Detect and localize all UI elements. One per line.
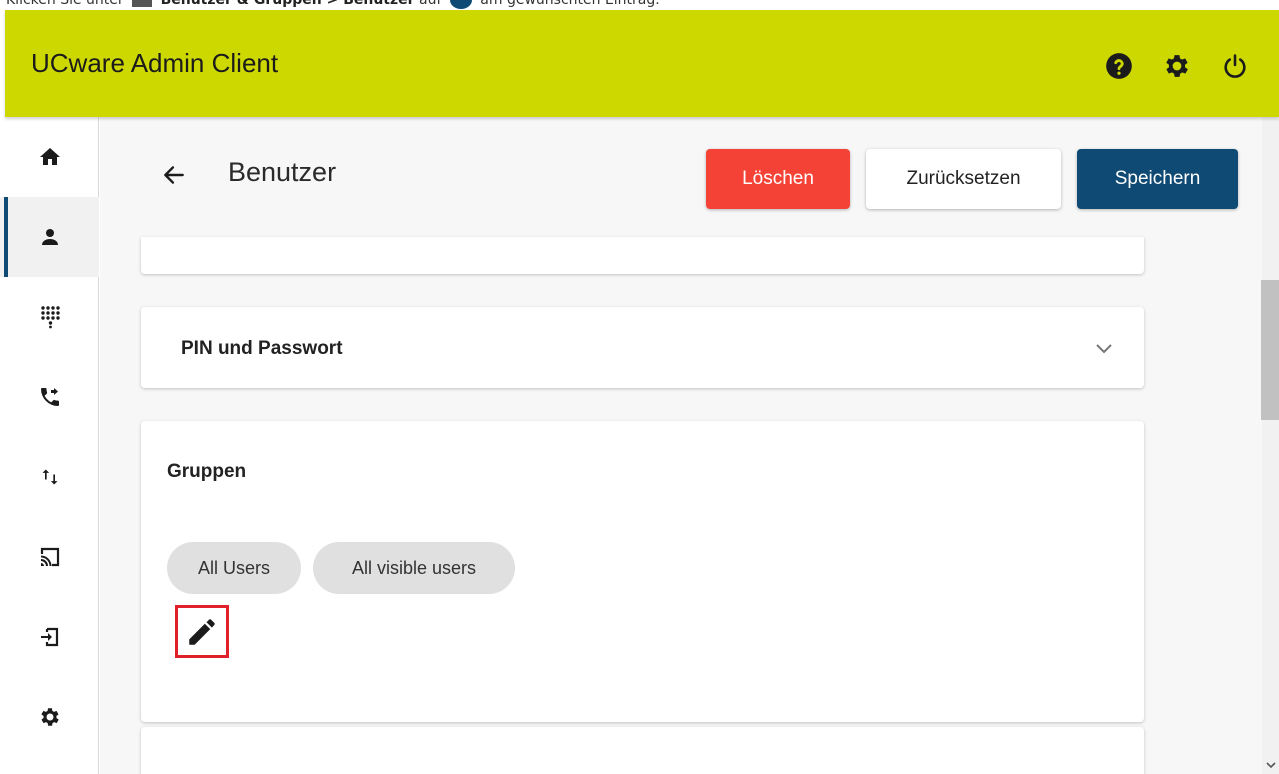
sidebar-item-settings[interactable] [0,677,99,757]
call-forward-icon [40,388,59,406]
group-chip[interactable]: All visible users [313,542,515,594]
page-title: Benutzer [228,157,337,187]
reset-button[interactable]: Zurücksetzen [866,149,1061,209]
pencil-icon [189,618,215,645]
doc-instruction-text: Klicken Sie unter Benutzer & Gruppen > B… [6,0,660,9]
edit-groups-button[interactable] [175,605,229,658]
settings-icon[interactable] [1161,50,1193,82]
users-groups-icon [132,0,153,7]
back-arrow-icon[interactable] [160,161,188,189]
settings-icon [40,708,59,726]
cast-icon [40,547,59,567]
delete-button[interactable]: Löschen [706,149,850,209]
user-icon [41,229,58,245]
sidebar-item-home[interactable] [0,117,99,197]
header-actions [1103,50,1251,82]
power-icon[interactable] [1219,50,1251,82]
sidebar-item-dialpad[interactable] [0,277,99,357]
groups-title: Gruppen [167,461,247,482]
dialpad-icon [40,306,60,329]
pin-password-section[interactable]: PIN und Passwort [141,307,1144,388]
chevron-down-icon[interactable] [1094,341,1114,355]
previous-section-card [141,237,1144,274]
sidebar-item-users[interactable] [0,197,99,277]
sidebar-item-swap[interactable] [0,437,99,517]
scrollbar-track[interactable] [1262,117,1279,774]
group-chip[interactable]: All Users [167,542,301,594]
doc-path: Benutzer & Gruppen > Benutzer [160,0,415,8]
sidebar-item-cast[interactable] [0,517,99,597]
sidebar-nav [0,117,99,774]
doc-instruction-strip: Klicken Sie unter Benutzer & Gruppen > B… [0,0,1279,10]
swap-vert-icon [42,469,57,485]
doc-suffix: am gewünschten Eintrag. [480,0,660,8]
sidebar-item-login[interactable] [0,597,99,677]
login-icon [40,627,58,647]
app-title: UCware Admin Client [31,48,279,78]
main-content: Benutzer Löschen Zurücksetzen Speichern … [100,117,1262,774]
doc-middle: auf [419,0,442,8]
pin-password-title: PIN und Passwort [181,338,343,359]
scrollbar-thumb[interactable] [1261,280,1279,420]
app-header: UCware Admin Client [5,10,1279,117]
doc-prefix: Klicken Sie unter [6,0,124,8]
home-icon [39,148,60,165]
page-header: Benutzer Löschen Zurücksetzen Speichern [100,117,1262,237]
edit-round-icon [449,0,472,9]
save-button[interactable]: Speichern [1077,149,1238,209]
scroll-down-arrow-icon[interactable] [1262,756,1279,774]
help-icon[interactable] [1103,50,1135,82]
groups-section: Gruppen All Users All visible users [141,421,1144,722]
sidebar-item-call-forward[interactable] [0,357,99,437]
next-section-card [141,727,1144,774]
